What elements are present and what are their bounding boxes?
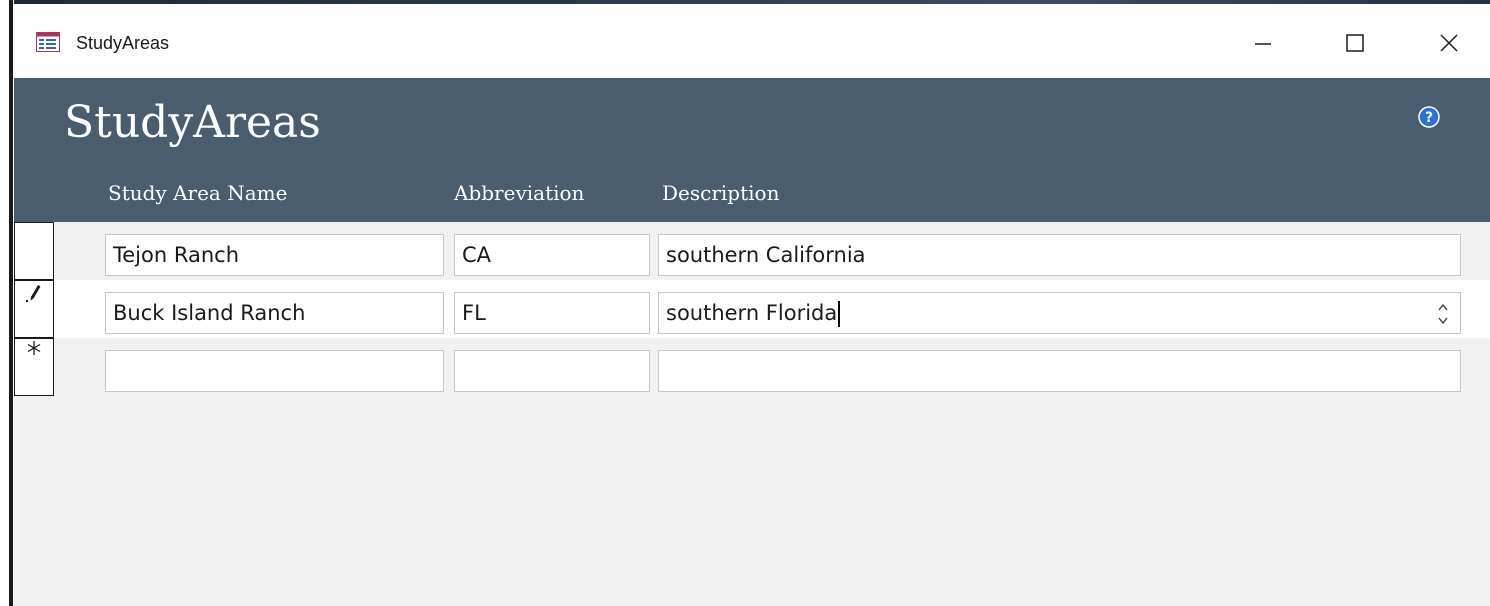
- text-caret: [838, 301, 841, 327]
- svg-text:?: ?: [1425, 110, 1433, 126]
- description-field-active[interactable]: southern Florida: [658, 292, 1461, 334]
- scroll-arrows-icon[interactable]: [1436, 299, 1450, 329]
- record-selector[interactable]: [14, 222, 54, 280]
- record-selector-new[interactable]: [14, 338, 54, 396]
- record-selector-editing[interactable]: [14, 280, 54, 338]
- column-header-study-area-name: Study Area Name: [108, 181, 288, 205]
- description-text: southern Florida: [666, 301, 838, 325]
- abbreviation-field[interactable]: FL: [454, 292, 650, 334]
- record-row: Tejon Ranch CA southern California: [14, 222, 1490, 280]
- maximize-button[interactable]: [1325, 18, 1385, 68]
- close-button[interactable]: [1419, 18, 1479, 68]
- minimize-button[interactable]: [1233, 18, 1293, 68]
- edit-pencil-icon: [26, 285, 41, 302]
- study-area-name-field[interactable]: [105, 350, 444, 392]
- abbreviation-field[interactable]: [454, 350, 650, 392]
- form-title: StudyAreas: [64, 97, 321, 148]
- study-area-name-field[interactable]: Tejon Ranch: [105, 234, 444, 276]
- parent-window-edge: [0, 0, 14, 606]
- column-header-description: Description: [662, 181, 780, 205]
- form-detail: Tejon Ranch CA southern California Buck …: [14, 222, 1490, 606]
- abbreviation-field[interactable]: CA: [454, 234, 650, 276]
- window-title: StudyAreas: [76, 33, 170, 53]
- record-row-current: Buck Island Ranch FL southern Florida: [14, 280, 1490, 338]
- new-record-row: [14, 338, 1490, 396]
- description-field[interactable]: [658, 350, 1461, 392]
- form-header: StudyAreas ? Study Area Name Abbreviatio…: [14, 78, 1490, 222]
- close-icon: [1440, 34, 1458, 52]
- new-record-asterisk-icon: [27, 341, 41, 355]
- form-icon: [36, 32, 60, 52]
- form-window: StudyAreas StudyAreas ? Study Area Name …: [14, 4, 1490, 606]
- help-icon[interactable]: ?: [1418, 106, 1440, 128]
- description-field[interactable]: southern California: [658, 234, 1461, 276]
- maximize-icon: [1346, 34, 1364, 52]
- study-area-name-field[interactable]: Buck Island Ranch: [105, 292, 444, 334]
- column-header-abbreviation: Abbreviation: [454, 181, 585, 205]
- title-bar[interactable]: StudyAreas: [14, 4, 1490, 78]
- minimize-icon: [1255, 43, 1271, 45]
